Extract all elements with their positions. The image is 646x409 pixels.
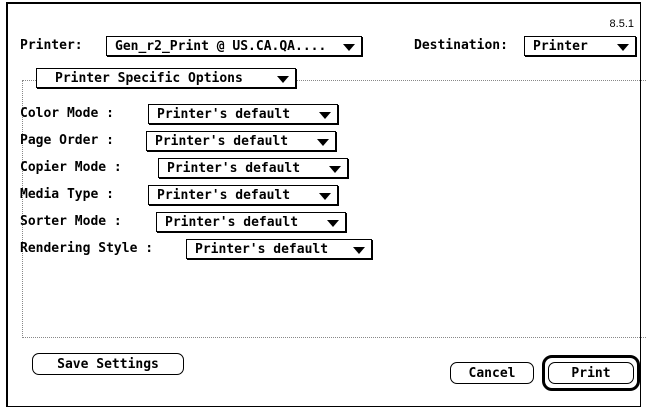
page-order-popup[interactable]: Printer's default — [146, 131, 336, 151]
copier-mode-value: Printer's default — [167, 161, 301, 176]
printer-label: Printer: — [20, 38, 83, 53]
destination-popup[interactable]: Printer — [524, 36, 636, 56]
color-mode-label: Color Mode : — [20, 106, 114, 121]
chevron-down-icon — [327, 220, 339, 227]
chevron-down-icon — [319, 112, 331, 119]
page-order-label: Page Order : — [20, 133, 114, 148]
save-settings-button[interactable]: Save Settings — [32, 353, 184, 375]
media-type-label: Media Type : — [20, 187, 114, 202]
chevron-down-icon — [353, 247, 365, 254]
destination-label: Destination: — [414, 38, 508, 53]
color-mode-popup[interactable]: Printer's default — [148, 104, 338, 124]
media-type-value: Printer's default — [157, 188, 291, 203]
sorter-mode-value: Printer's default — [165, 215, 299, 230]
rendering-style-popup[interactable]: Printer's default — [186, 239, 372, 259]
rendering-style-value: Printer's default — [195, 242, 329, 257]
page-order-value: Printer's default — [155, 134, 289, 149]
version-label: 8.5.1 — [609, 18, 634, 30]
chevron-down-icon — [277, 76, 289, 83]
section-popup-value: Printer Specific Options — [55, 71, 243, 86]
chevron-down-icon — [319, 193, 331, 200]
sorter-mode-label: Sorter Mode : — [20, 214, 122, 229]
color-mode-value: Printer's default — [157, 107, 291, 122]
chevron-down-icon — [343, 44, 355, 51]
printer-popup-value: Gen_r2_Print @ US.CA.QA.... — [115, 39, 327, 54]
media-type-popup[interactable]: Printer's default — [148, 185, 338, 205]
chevron-down-icon — [617, 44, 629, 51]
printer-popup[interactable]: Gen_r2_Print @ US.CA.QA.... — [106, 36, 362, 56]
chevron-down-icon — [317, 139, 329, 146]
rendering-style-label: Rendering Style : — [20, 241, 154, 256]
copier-mode-popup[interactable]: Printer's default — [158, 158, 348, 178]
section-popup[interactable]: Printer Specific Options — [36, 68, 296, 88]
sorter-mode-popup[interactable]: Printer's default — [156, 212, 346, 232]
copier-mode-label: Copier Mode : — [20, 160, 122, 175]
destination-popup-value: Printer — [533, 39, 588, 54]
print-button[interactable]: Print — [548, 362, 634, 384]
cancel-button[interactable]: Cancel — [450, 362, 534, 384]
chevron-down-icon — [329, 166, 341, 173]
